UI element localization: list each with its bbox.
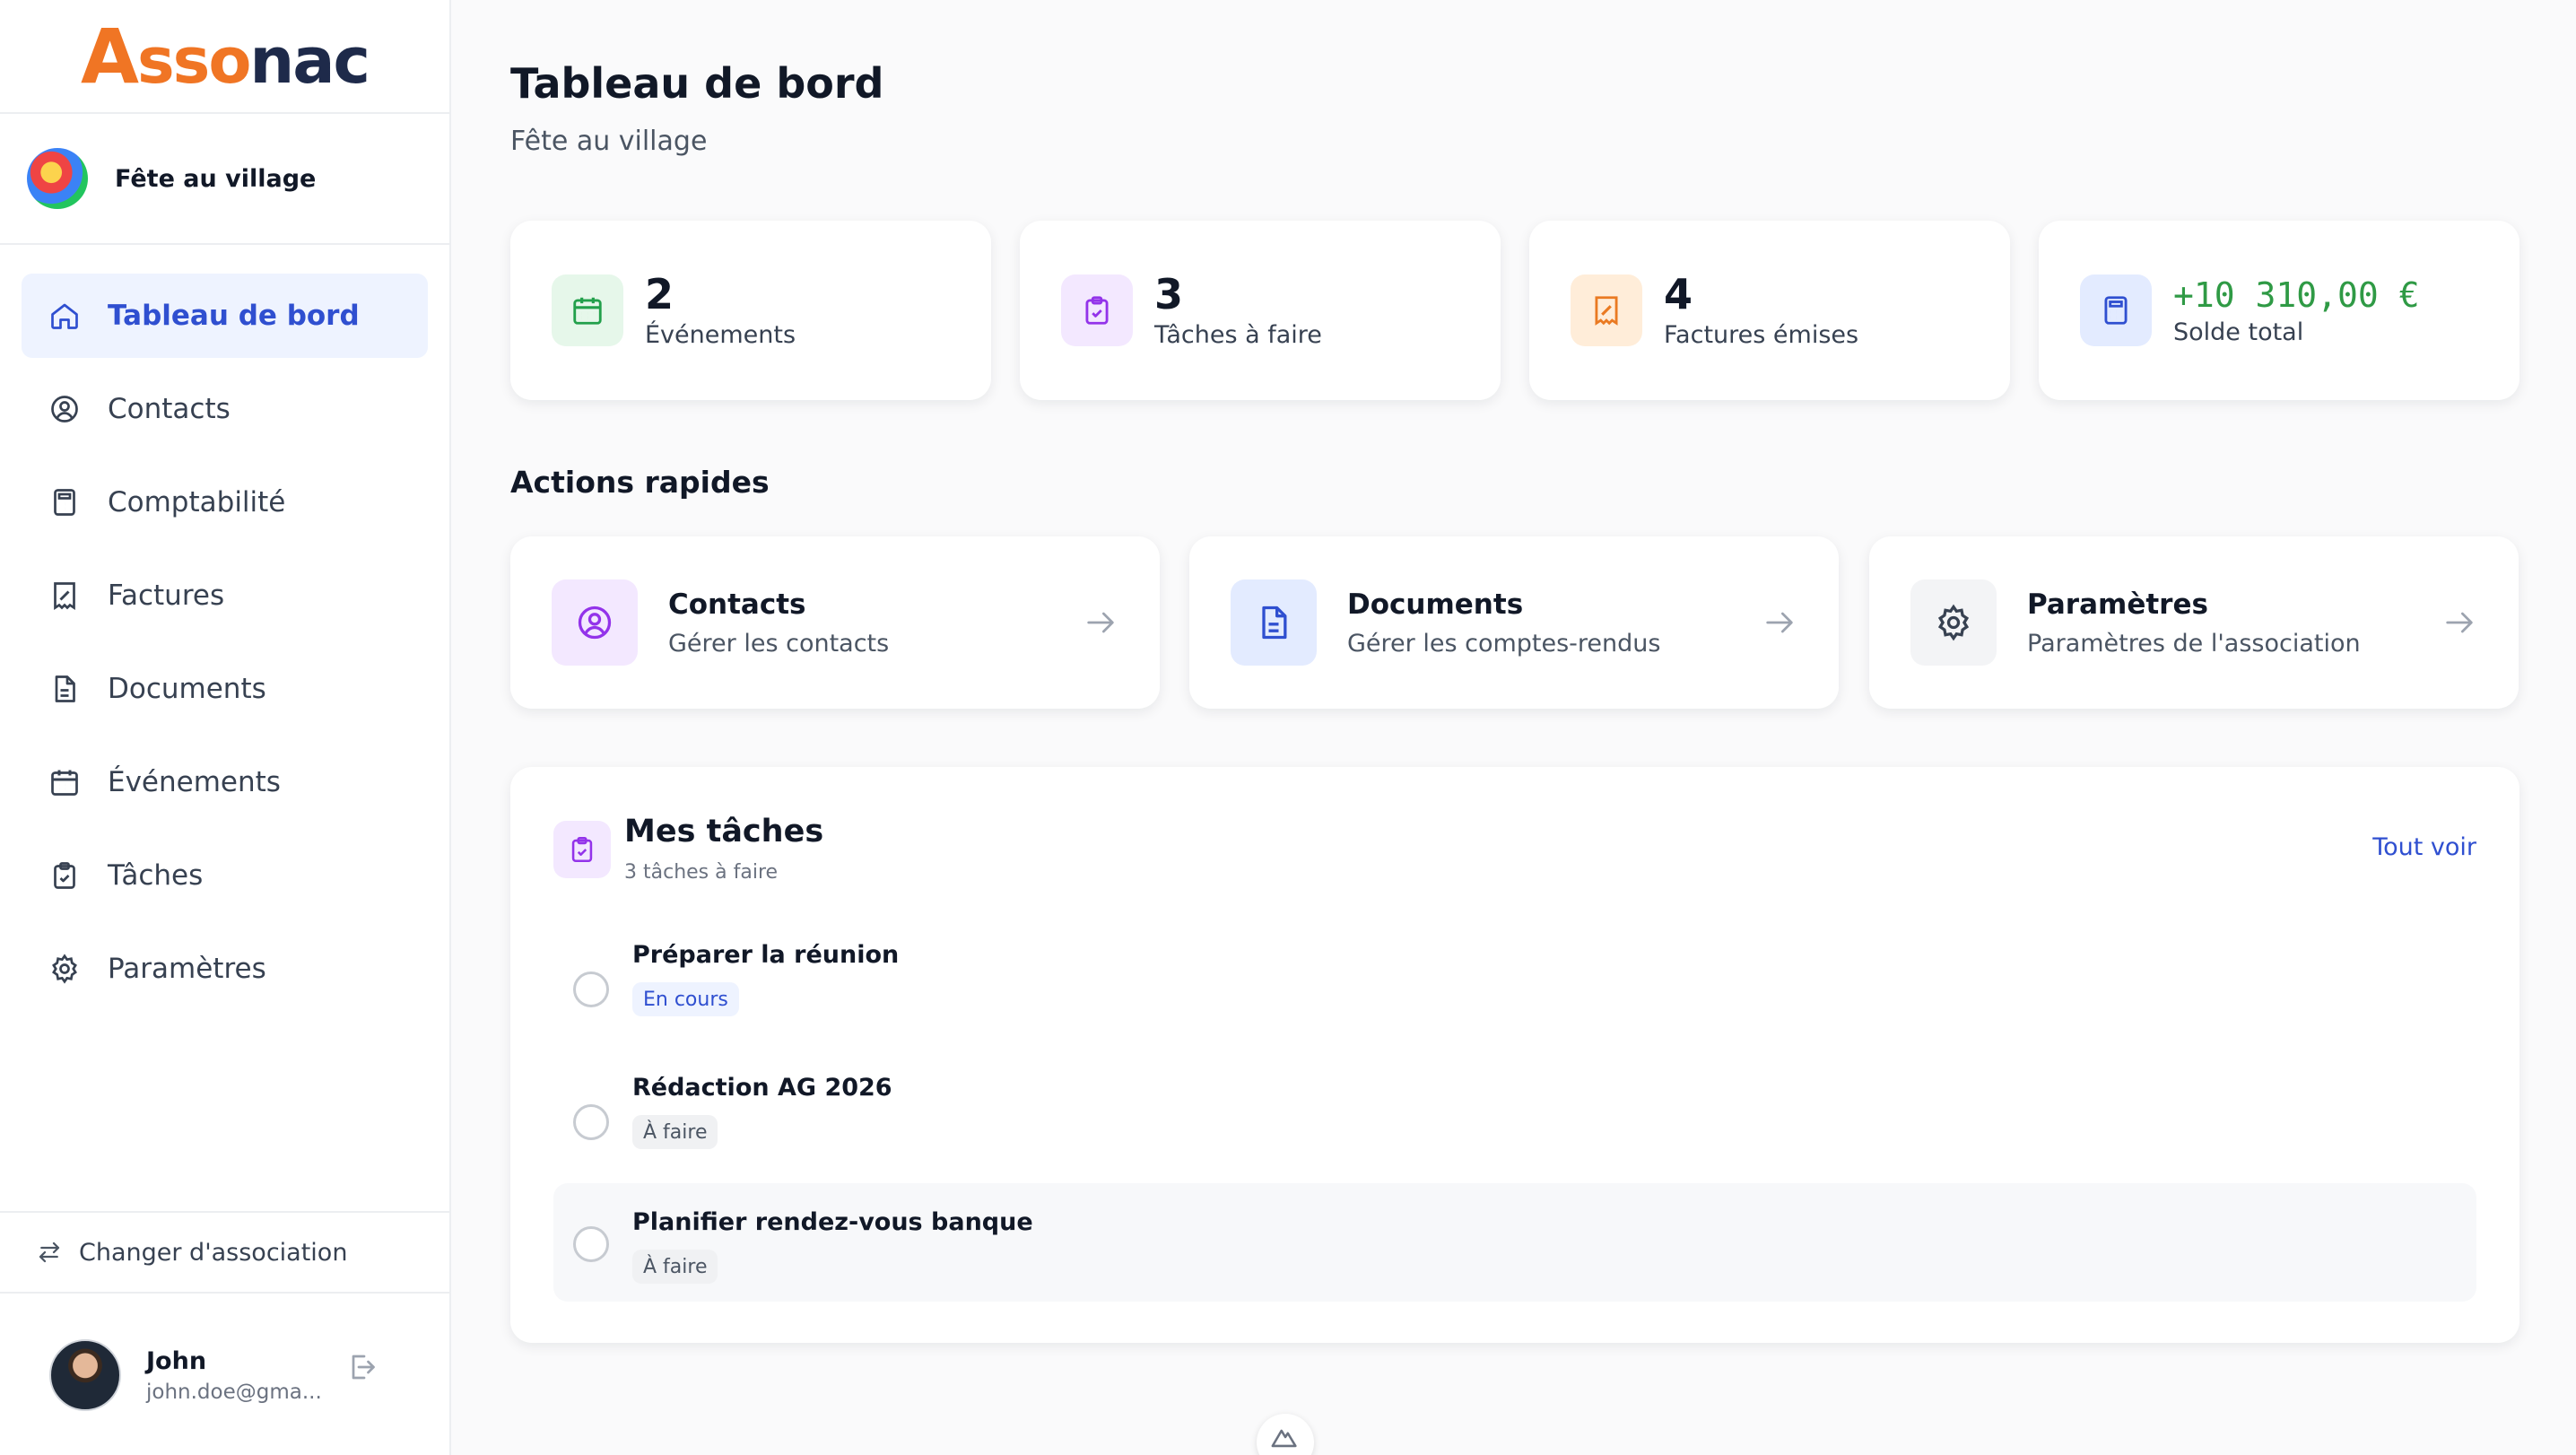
- page-subtitle: Fête au village: [510, 126, 708, 157]
- home-icon: [51, 303, 78, 329]
- see-all-tasks-link[interactable]: Tout voir: [2372, 833, 2476, 861]
- stat-label: Événements: [645, 320, 796, 349]
- tasks-title: Mes tâches: [624, 814, 824, 849]
- user-name: John: [146, 1346, 207, 1375]
- task-row[interactable]: Rédaction AG 2026 À faire: [553, 1061, 2476, 1180]
- association-name: Fête au village: [115, 164, 317, 193]
- switch-association-button[interactable]: Changer d'association: [0, 1211, 449, 1294]
- task-row[interactable]: Préparer la réunion En cours: [553, 928, 2476, 1047]
- sidebar-item-label: Factures: [108, 579, 225, 612]
- calculator-icon: [54, 489, 75, 516]
- task-title: Planifier rendez-vous banque: [632, 1208, 1033, 1236]
- receipt-icon: [54, 582, 75, 611]
- quick-action-subtitle: Gérer les contacts: [668, 629, 890, 658]
- page-title: Tableau de bord: [510, 59, 884, 108]
- brand-logo[interactable]: Assonac: [0, 0, 449, 114]
- calculator-icon: [2104, 296, 2128, 325]
- task-checkbox[interactable]: [573, 971, 609, 1007]
- stat-value: 3: [1154, 270, 1184, 319]
- sidebar-item-tableau-de-bord[interactable]: Tableau de bord: [22, 274, 428, 358]
- quick-action-title: Paramètres: [2027, 588, 2208, 621]
- quick-action-title: Contacts: [668, 588, 806, 621]
- status-badge: À faire: [632, 1115, 718, 1149]
- sidebar-item-label: Paramètres: [108, 953, 266, 985]
- sidebar-item-documents[interactable]: Documents: [22, 647, 428, 731]
- calendar-icon: [51, 770, 78, 796]
- sidebar-item-factures[interactable]: Factures: [22, 553, 428, 638]
- gear-icon: [1937, 604, 1970, 641]
- task-checkbox[interactable]: [573, 1226, 609, 1262]
- stat-label: Factures émises: [1664, 320, 1859, 349]
- quick-action-documents[interactable]: Documents Gérer les comptes-rendus: [1189, 536, 1839, 709]
- avatar: [49, 1339, 121, 1411]
- sidebar-item-contacts[interactable]: Contacts: [22, 367, 428, 451]
- sidebar-item-evenements[interactable]: Événements: [22, 740, 428, 824]
- user-circle-icon: [51, 396, 78, 423]
- user-email: john.doe@gma...: [146, 1380, 322, 1404]
- sidebar-item-label: Événements: [108, 766, 281, 798]
- quick-action-contacts[interactable]: Contacts Gérer les contacts: [510, 536, 1160, 709]
- gear-icon: [52, 954, 77, 984]
- nuxt-logo-icon: [1271, 1429, 1297, 1448]
- task-row[interactable]: Planifier rendez-vous banque À faire: [553, 1183, 2476, 1302]
- quick-action-parametres[interactable]: Paramètres Paramètres de l'association: [1869, 536, 2519, 709]
- receipt-icon: [1595, 296, 1618, 326]
- tasks-subtitle: 3 tâches à faire: [624, 861, 779, 884]
- task-title: Préparer la réunion: [632, 941, 900, 969]
- calendar-icon: [573, 297, 602, 325]
- sidebar: Assonac Fête au village Tableau de bord …: [0, 0, 451, 1455]
- stat-label: Tâches à faire: [1154, 320, 1322, 349]
- association-logo: [27, 148, 88, 209]
- user-profile[interactable]: John john.doe@gma...: [0, 1295, 449, 1455]
- clipboard-check-icon: [1085, 296, 1109, 325]
- tasks-panel: Mes tâches 3 tâches à faire Tout voir Pr…: [510, 767, 2519, 1343]
- status-badge: À faire: [632, 1250, 718, 1284]
- quick-action-subtitle: Gérer les comptes-rendus: [1347, 629, 1661, 658]
- arrow-right-icon: [2446, 612, 2473, 633]
- clipboard-check-icon: [571, 836, 593, 863]
- stat-value: 2: [645, 270, 674, 319]
- task-title: Rédaction AG 2026: [632, 1074, 892, 1102]
- devtools-toggle[interactable]: [1257, 1414, 1314, 1455]
- logout-icon[interactable]: [345, 1351, 378, 1383]
- document-icon: [1262, 606, 1287, 640]
- swap-arrows-icon: [39, 1242, 60, 1263]
- stat-value: 4: [1664, 270, 1693, 319]
- sidebar-item-comptabilite[interactable]: Comptabilité: [22, 460, 428, 545]
- quick-action-subtitle: Paramètres de l'association: [2027, 629, 2361, 658]
- sidebar-item-taches[interactable]: Tâches: [22, 833, 428, 918]
- sidebar-item-label: Contacts: [108, 393, 231, 425]
- arrow-right-icon: [1087, 612, 1114, 633]
- stat-card-evenements: 2 Événements: [510, 221, 991, 400]
- switch-association-label: Changer d'association: [79, 1238, 348, 1267]
- stat-value: +10 310,00 €: [2173, 274, 2420, 315]
- task-checkbox[interactable]: [573, 1104, 609, 1140]
- quick-action-title: Documents: [1347, 588, 1524, 621]
- sidebar-item-label: Documents: [108, 673, 266, 705]
- clipboard-check-icon: [54, 862, 75, 889]
- stat-card-solde: +10 310,00 € Solde total: [2039, 221, 2519, 400]
- quick-actions-title: Actions rapides: [510, 465, 770, 500]
- document-icon: [55, 675, 75, 702]
- user-circle-icon: [578, 606, 612, 640]
- stat-card-taches: 3 Tâches à faire: [1020, 221, 1501, 400]
- association-switcher[interactable]: Fête au village: [0, 114, 449, 245]
- sidebar-item-label: Tâches: [108, 859, 204, 892]
- stat-label: Solde total: [2173, 318, 2304, 346]
- main-content: Tableau de bord Fête au village 2 Événem…: [451, 0, 2576, 1455]
- sidebar-item-label: Comptabilité: [108, 486, 286, 518]
- sidebar-item-label: Tableau de bord: [108, 300, 360, 332]
- stat-card-factures: 4 Factures émises: [1529, 221, 2010, 400]
- arrow-right-icon: [1766, 612, 1793, 633]
- status-badge: En cours: [632, 982, 739, 1016]
- sidebar-nav: Tableau de bord Contacts Comptabilité Fa…: [0, 245, 449, 1011]
- sidebar-item-parametres[interactable]: Paramètres: [22, 927, 428, 1011]
